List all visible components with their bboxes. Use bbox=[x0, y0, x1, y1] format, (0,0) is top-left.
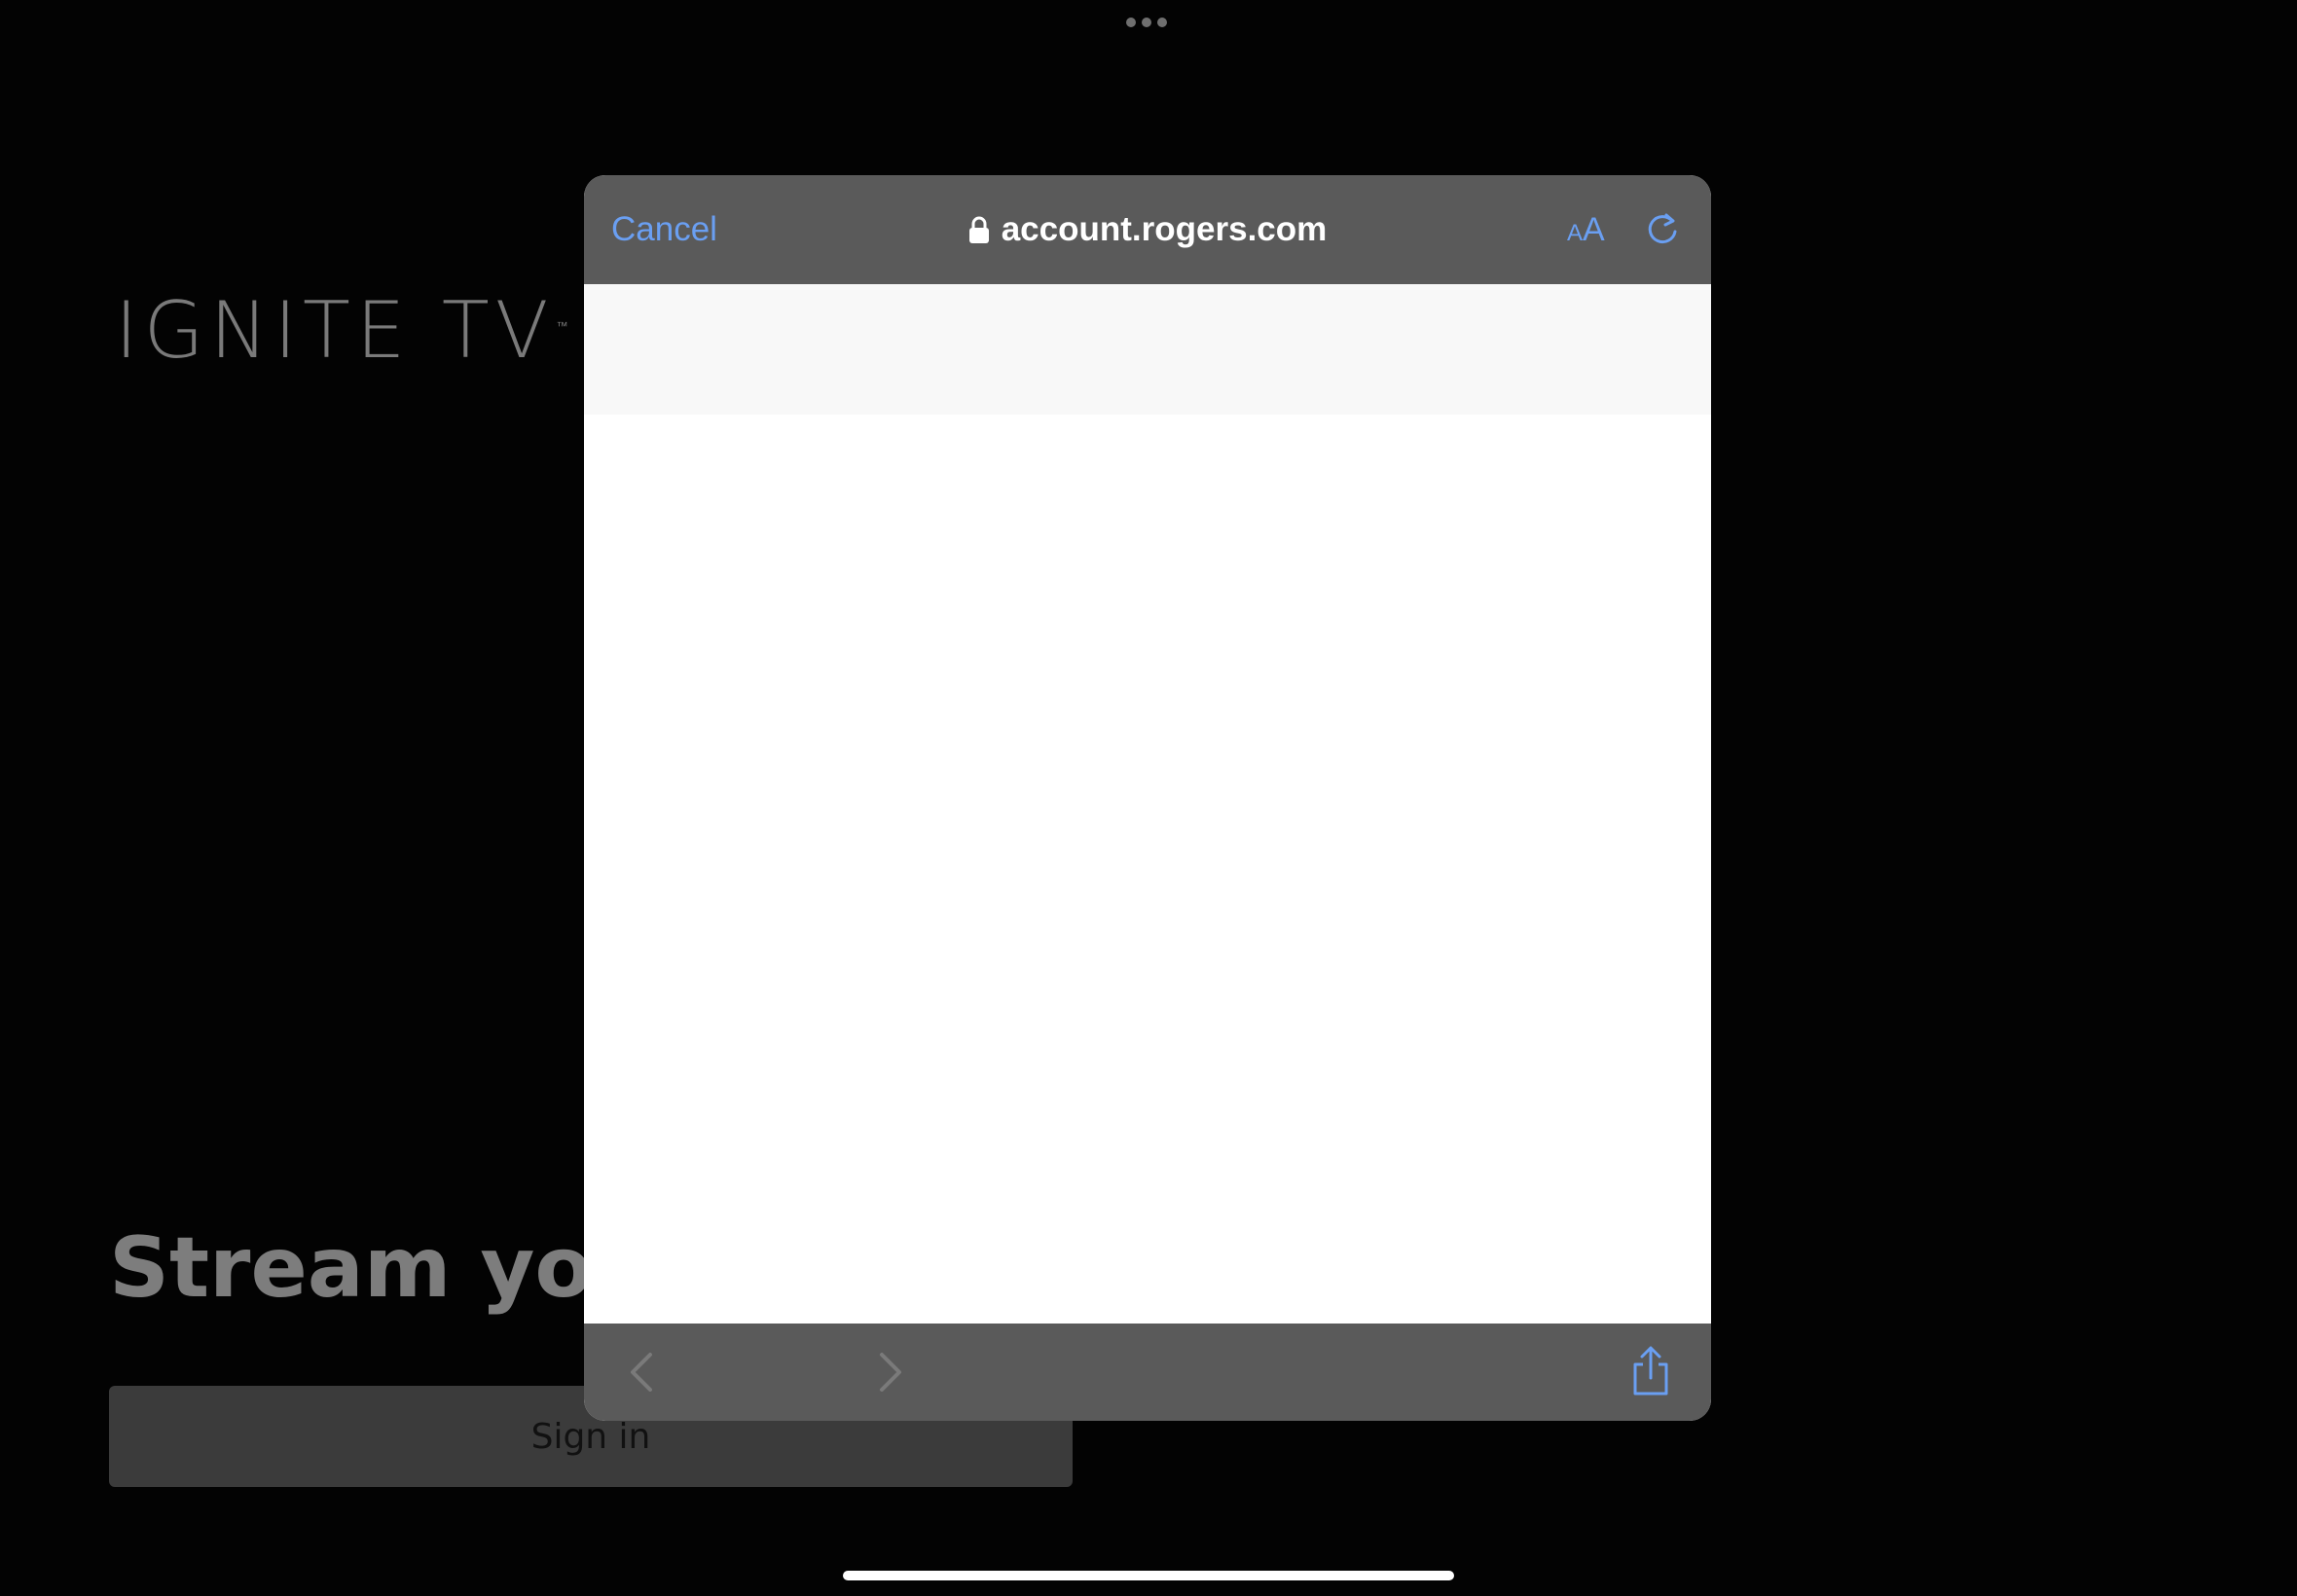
brand-logo: IGNITE TV ™ bbox=[115, 292, 567, 370]
browser-bottom-toolbar bbox=[584, 1324, 1711, 1421]
sign-in-label: Sign in bbox=[530, 1416, 651, 1457]
reload-icon[interactable] bbox=[1643, 210, 1682, 249]
brand-text: IGNITE TV bbox=[115, 285, 555, 376]
browser-toolbar: Cancel account.rogers.com AA bbox=[584, 175, 1711, 284]
browser-sheet: Cancel account.rogers.com AA bbox=[584, 175, 1711, 1421]
lock-icon bbox=[968, 216, 989, 243]
chevron-right-icon[interactable] bbox=[876, 1351, 905, 1394]
dot bbox=[1157, 18, 1167, 27]
share-icon[interactable] bbox=[1629, 1345, 1672, 1397]
multitasking-dots[interactable] bbox=[1126, 18, 1167, 27]
chevron-left-icon[interactable] bbox=[627, 1351, 656, 1394]
text-size-small: A bbox=[1567, 220, 1584, 246]
dot bbox=[1142, 18, 1151, 27]
url-text: account.rogers.com bbox=[1001, 210, 1328, 248]
address-bar[interactable]: account.rogers.com bbox=[584, 208, 1711, 251]
web-page-header bbox=[584, 284, 1711, 415]
home-indicator[interactable] bbox=[843, 1571, 1454, 1580]
web-page-content bbox=[584, 415, 1711, 1324]
trademark: ™ bbox=[556, 319, 568, 334]
text-size-button[interactable]: AA bbox=[1567, 208, 1605, 258]
dot bbox=[1126, 18, 1136, 27]
text-size-big: A bbox=[1583, 211, 1605, 248]
